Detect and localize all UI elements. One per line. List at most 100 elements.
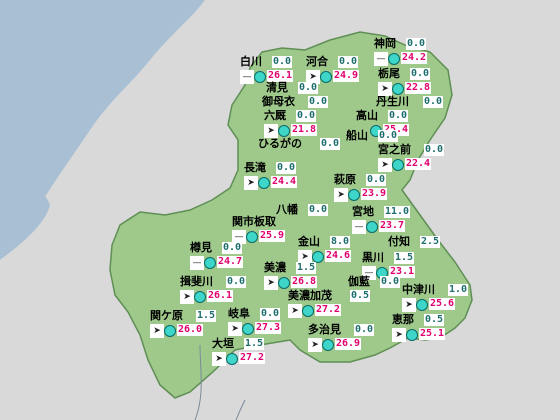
station-name: 高山 bbox=[356, 109, 378, 122]
station-name: 河合 bbox=[306, 55, 328, 68]
station-name: 多治見 bbox=[308, 323, 341, 336]
wind-direction-arrow-icon: ➤ bbox=[288, 304, 302, 318]
station-name: 長滝 bbox=[244, 161, 266, 174]
precipitation-value: 0.0 bbox=[366, 174, 387, 186]
temperature-value: 24.4 bbox=[271, 176, 298, 188]
sunny-weather-icon bbox=[302, 305, 314, 317]
precipitation-value: 0.0 bbox=[298, 82, 319, 94]
station-name: 揖斐川 bbox=[180, 275, 213, 288]
temperature-value: 27.2 bbox=[315, 304, 342, 316]
precipitation-value: 0.0 bbox=[260, 308, 281, 320]
temperature-value: 27.3 bbox=[255, 322, 282, 334]
station-name: ひるがの bbox=[258, 137, 302, 150]
precipitation-value: 0.0 bbox=[320, 138, 341, 150]
calm-wind-icon: — bbox=[190, 256, 204, 270]
temperature-value: 25.9 bbox=[259, 230, 286, 242]
wind-direction-arrow-icon: ➤ bbox=[378, 158, 392, 172]
precipitation-value: 11.0 bbox=[384, 206, 411, 218]
station-name: 美濃 bbox=[264, 261, 286, 274]
station-name: 金山 bbox=[298, 235, 320, 248]
precipitation-value: 1.0 bbox=[448, 284, 469, 296]
sunny-weather-icon bbox=[204, 257, 216, 269]
sunny-weather-icon bbox=[242, 323, 254, 335]
wind-direction-arrow-icon: ➤ bbox=[264, 124, 278, 138]
temperature-value: 26.9 bbox=[335, 338, 362, 350]
wind-direction-arrow-icon: ➤ bbox=[264, 276, 278, 290]
sunny-weather-icon bbox=[194, 291, 206, 303]
temperature-value: 25.6 bbox=[429, 298, 456, 310]
temperature-value: 24.9 bbox=[333, 70, 360, 82]
temperature-value: 24.6 bbox=[325, 250, 352, 262]
precipitation-value: 1.5 bbox=[196, 310, 217, 322]
temperature-value: 22.8 bbox=[405, 82, 432, 94]
weather-map: 神岡 0.0—24.2 白川 0.0—26.1 河合 0.0 ➤ 24.9 栃尾 0.0 ➤ 22.8… bbox=[0, 0, 560, 420]
station-name: 黒川 bbox=[362, 251, 384, 264]
sunny-weather-icon bbox=[164, 325, 176, 337]
wind-direction-arrow-icon: ➤ bbox=[228, 322, 242, 336]
precipitation-value: 0.0 bbox=[378, 130, 399, 142]
calm-wind-icon: — bbox=[240, 70, 254, 84]
sunny-weather-icon bbox=[226, 353, 238, 365]
temperature-value: 25.1 bbox=[419, 328, 446, 340]
precipitation-value: 8.0 bbox=[330, 236, 351, 248]
temperature-value: 26.8 bbox=[291, 276, 318, 288]
station-name: 関市板取 bbox=[232, 215, 276, 228]
station-name: 大垣 bbox=[212, 337, 234, 350]
precipitation-value: 0.5 bbox=[350, 290, 371, 302]
sunny-weather-icon bbox=[392, 159, 404, 171]
precipitation-value: 1.5 bbox=[394, 252, 415, 264]
sunny-weather-icon bbox=[416, 299, 428, 311]
temperature-value: 23.7 bbox=[379, 220, 406, 232]
station-name: 白川 bbox=[240, 55, 262, 68]
station-name: 六厩 bbox=[264, 109, 286, 122]
sunny-weather-icon bbox=[246, 231, 258, 243]
wind-direction-arrow-icon: ➤ bbox=[150, 324, 164, 338]
temperature-value: 26.1 bbox=[207, 290, 234, 302]
sunny-weather-icon bbox=[278, 125, 290, 137]
sunny-weather-icon bbox=[254, 71, 266, 83]
precipitation-value: 0.0 bbox=[272, 56, 293, 68]
precipitation-value: 0.0 bbox=[276, 162, 297, 174]
station-name: 神岡 bbox=[374, 37, 396, 50]
temperature-value: 21.8 bbox=[291, 124, 318, 136]
station-name: 恵那 bbox=[392, 313, 414, 326]
precipitation-value: 0.0 bbox=[380, 276, 401, 288]
sunny-weather-icon bbox=[406, 329, 418, 341]
sunny-weather-icon bbox=[322, 339, 334, 351]
station-name: 伽藍 bbox=[348, 275, 370, 288]
station-name: 中津川 bbox=[402, 283, 435, 296]
precipitation-value: 2.5 bbox=[420, 236, 441, 248]
station-name: 関ケ原 bbox=[150, 309, 183, 322]
sunny-weather-icon bbox=[258, 177, 270, 189]
station-name: 岐阜 bbox=[228, 307, 250, 320]
station-name: 美濃加茂 bbox=[288, 289, 332, 302]
sunny-weather-icon bbox=[320, 71, 332, 83]
precipitation-value: 0.5 bbox=[424, 314, 445, 326]
wind-direction-arrow-icon: ➤ bbox=[244, 176, 258, 190]
station-name: 丹生川 bbox=[376, 95, 409, 108]
station-name: 宮之前 bbox=[378, 143, 411, 156]
station-name: 萩原 bbox=[334, 173, 356, 186]
wind-direction-arrow-icon: ➤ bbox=[212, 352, 226, 366]
sunny-weather-icon bbox=[392, 83, 404, 95]
sunny-weather-icon bbox=[388, 53, 400, 65]
precipitation-value: 0.0 bbox=[423, 96, 444, 108]
precipitation-value: 0.0 bbox=[222, 242, 243, 254]
wind-direction-arrow-icon: ➤ bbox=[308, 338, 322, 352]
sunny-weather-icon bbox=[366, 221, 378, 233]
precipitation-value: 0.0 bbox=[410, 68, 431, 80]
temperature-value: 27.2 bbox=[239, 352, 266, 364]
precipitation-value: 0.0 bbox=[424, 144, 445, 156]
precipitation-value: 0.0 bbox=[308, 96, 329, 108]
wind-direction-arrow-icon: ➤ bbox=[392, 328, 406, 342]
temperature-value: 24.2 bbox=[401, 52, 428, 64]
sunny-weather-icon bbox=[278, 277, 290, 289]
wind-direction-arrow-icon: ➤ bbox=[402, 298, 416, 312]
wind-direction-arrow-icon: ➤ bbox=[180, 290, 194, 304]
precipitation-value: 0.0 bbox=[308, 204, 329, 216]
precipitation-value: 1.5 bbox=[244, 338, 265, 350]
precipitation-value: 0.0 bbox=[296, 110, 317, 122]
station-name: 清見 bbox=[266, 81, 288, 94]
wind-direction-arrow-icon: ➤ bbox=[378, 82, 392, 96]
wind-direction-arrow-icon: ➤ bbox=[334, 188, 348, 202]
